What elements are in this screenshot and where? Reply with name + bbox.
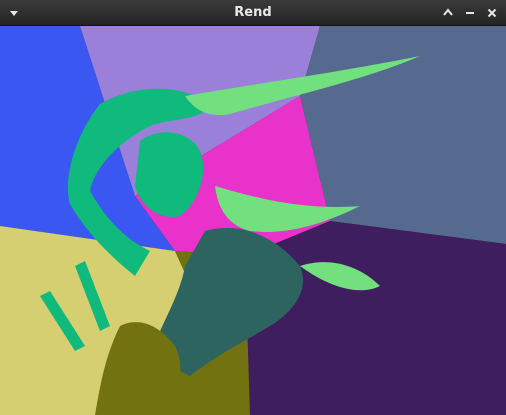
title-bar[interactable]: Rend [0,0,506,26]
region-indigo [245,221,506,415]
close-icon [487,8,497,18]
window-title: Rend [234,5,272,20]
render-canvas[interactable] [0,26,506,415]
maximize-button[interactable] [460,3,480,23]
minimize-button[interactable] [438,3,458,23]
close-button[interactable] [482,3,502,23]
minus-icon [466,12,474,14]
chevron-up-icon [443,8,453,16]
render-image [0,26,506,415]
app-window: Rend [0,0,506,415]
